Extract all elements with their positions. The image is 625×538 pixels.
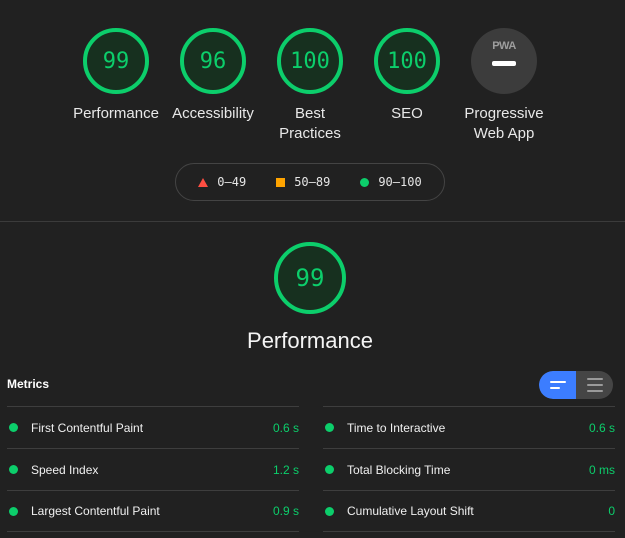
gauge-accessibility[interactable]: 96 Accessibility (163, 28, 263, 124)
gauge-seo[interactable]: 100 SEO (357, 28, 457, 124)
legend-fail: 0–49 (198, 175, 246, 189)
metric-row: Cumulative Layout Shift 0 (323, 490, 615, 532)
summary-view-button[interactable] (539, 371, 576, 399)
score-ring: 96 (180, 28, 246, 94)
metric-row: Total Blocking Time 0 ms (323, 448, 615, 490)
metric-value: 1.2 s (272, 462, 299, 477)
pass-dot-icon (325, 465, 334, 474)
score-ring: 100 (277, 28, 343, 94)
score-ring: 100 (374, 28, 440, 94)
pwa-badge-text: PWA (492, 40, 516, 52)
circle-icon (360, 177, 370, 187)
metric-value: 0 ms (588, 462, 615, 477)
metric-row: Largest Contentful Paint 0.9 s (7, 490, 299, 532)
pass-dot-icon (325, 506, 334, 516)
triangle-icon (198, 177, 209, 187)
gauge-label: Accessibility (172, 105, 254, 122)
square-icon (276, 177, 286, 187)
bar-icon (586, 390, 603, 392)
legend-pass-label: 90–100 (378, 175, 422, 189)
pass-dot-icon (325, 423, 334, 432)
legend-average-label: 50–89 (294, 175, 331, 189)
metric-value: 0.6 s (272, 420, 299, 435)
category-gauges: 99 Performance 96 Accessibility 100 Best… (0, 28, 625, 148)
bar-icon (586, 378, 603, 380)
metric-row: Time to Interactive 0.6 s (323, 406, 615, 448)
pass-dot-icon (9, 506, 18, 516)
metric-name: Largest Contentful Paint (31, 504, 160, 518)
metric-value: 0.9 s (272, 504, 299, 518)
metric-name: Cumulative Layout Shift (347, 504, 474, 518)
metric-value: 0.6 s (588, 420, 615, 435)
metric-name: First Contentful Paint (31, 420, 144, 435)
section-divider (0, 221, 625, 222)
metric-row: Speed Index 1.2 s (7, 448, 299, 490)
metric-value: 0 (608, 504, 615, 518)
legend-pass: 90–100 (360, 175, 422, 189)
score-legend: 0–49 50–89 90–100 (175, 163, 445, 201)
metrics-heading: Metrics (7, 377, 50, 391)
bar-icon (549, 387, 560, 389)
bar-icon (586, 384, 603, 386)
pass-dot-icon (9, 465, 18, 474)
metric-name: Time to Interactive (347, 420, 446, 435)
performance-title: Performance (247, 328, 373, 353)
pwa-badge-icon: PWA (471, 28, 537, 94)
gauge-label: Performance (73, 105, 159, 122)
pass-dot-icon (9, 423, 18, 432)
gauge-label: Best Practices (279, 105, 341, 142)
lighthouse-report: 99 Performance 96 Accessibility 100 Best… (0, 0, 625, 538)
gauge-label: SEO (391, 105, 423, 122)
gauge-best-practices[interactable]: 100 Best Practices (260, 28, 360, 144)
bar-icon (549, 381, 566, 383)
gauge-performance[interactable]: 99 Performance (66, 28, 166, 124)
gauge-pwa[interactable]: PWA Progressive Web App (454, 28, 554, 144)
metric-name: Total Blocking Time (347, 462, 451, 477)
metrics-view-toggle (539, 371, 613, 399)
legend-average: 50–89 (276, 175, 330, 189)
pwa-dash-icon (492, 61, 516, 66)
score-ring: 99 (83, 28, 149, 94)
metric-row: First Contentful Paint 0.6 s (7, 406, 299, 448)
metric-name: Speed Index (31, 462, 99, 477)
performance-score-gauge: 99 (274, 242, 346, 314)
metrics-column-left: First Contentful Paint 0.6 s Speed Index… (7, 406, 299, 532)
metrics-column-right: Time to Interactive 0.6 s Total Blocking… (323, 406, 615, 532)
expanded-view-button[interactable] (576, 371, 613, 399)
gauge-label: Progressive Web App (464, 105, 544, 142)
legend-fail-label: 0–49 (217, 175, 247, 189)
